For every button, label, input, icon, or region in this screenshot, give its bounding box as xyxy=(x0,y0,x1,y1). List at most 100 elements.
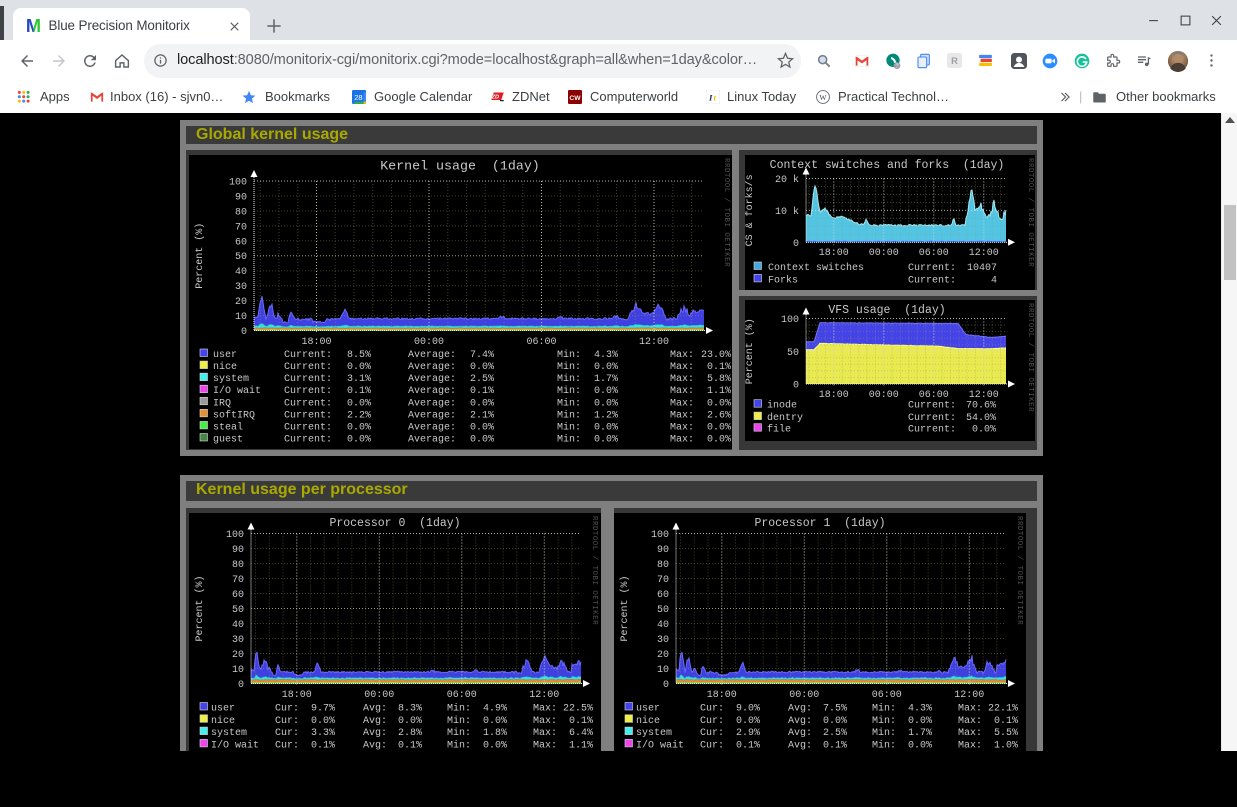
svg-text:30: 30 xyxy=(232,635,244,646)
svg-text:100: 100 xyxy=(229,178,247,189)
svg-text:Percent (%): Percent (%) xyxy=(619,575,631,641)
svg-text:00:00: 00:00 xyxy=(789,690,819,701)
svg-text:4.9%: 4.9% xyxy=(483,704,507,715)
svg-text:60: 60 xyxy=(657,590,669,601)
svg-text:22.1%: 22.1% xyxy=(988,704,1018,715)
svg-text:2.9%: 2.9% xyxy=(736,728,760,739)
svg-text:0.1%: 0.1% xyxy=(347,386,371,397)
svg-text:Min:: Min: xyxy=(557,385,581,397)
svg-text:70: 70 xyxy=(235,222,247,233)
svg-text:70.6%: 70.6% xyxy=(966,401,996,412)
svg-text:Current:: Current: xyxy=(284,434,332,445)
svg-text:VFS usage (1day): VFS usage (1day) xyxy=(828,304,945,317)
svg-text:Current:: Current: xyxy=(908,263,956,274)
svg-text:file: file xyxy=(767,424,791,436)
svg-text:Min:: Min: xyxy=(872,703,896,715)
svg-text:90: 90 xyxy=(235,192,247,203)
svg-text:Kernel usage (1day): Kernel usage (1day) xyxy=(380,158,540,173)
svg-text:50: 50 xyxy=(232,605,244,616)
svg-text:ZD: ZD xyxy=(491,94,500,100)
svg-text:I/O wait: I/O wait xyxy=(213,385,261,397)
svg-text:00:00: 00:00 xyxy=(414,337,444,348)
svg-text:8.3%: 8.3% xyxy=(398,704,422,715)
svg-text:50: 50 xyxy=(657,605,669,616)
svg-text:0.0%: 0.0% xyxy=(398,716,422,727)
svg-text:50: 50 xyxy=(787,348,799,359)
svg-text:Average:: Average: xyxy=(408,434,456,445)
svg-text:0.0%: 0.0% xyxy=(470,362,494,373)
svg-text:I: I xyxy=(708,93,713,103)
svg-text:Avg:: Avg: xyxy=(788,740,812,751)
svg-text:0.1%: 0.1% xyxy=(398,740,422,751)
svg-text:2.6%: 2.6% xyxy=(707,410,731,421)
svg-text:RRDTOOL / TOBI OETIKER: RRDTOOL / TOBI OETIKER xyxy=(1026,158,1034,267)
svg-text:12:00: 12:00 xyxy=(969,390,999,401)
svg-text:0.0%: 0.0% xyxy=(483,716,507,727)
svg-text:0.0%: 0.0% xyxy=(908,740,932,751)
svg-text:Max:: Max: xyxy=(958,704,982,715)
svg-text:Cur:: Cur: xyxy=(700,740,724,751)
svg-text:00:00: 00:00 xyxy=(869,390,899,401)
svg-text:W: W xyxy=(819,93,827,102)
svg-text:Percent (%): Percent (%) xyxy=(745,318,756,384)
svg-text:40: 40 xyxy=(657,620,669,631)
svg-text:0.1%: 0.1% xyxy=(569,716,593,727)
svg-text:Avg:: Avg: xyxy=(788,716,812,727)
svg-text:nice: nice xyxy=(636,715,660,727)
svg-text:Average:: Average: xyxy=(408,374,456,385)
svg-text:nice: nice xyxy=(211,715,235,727)
svg-text:00:00: 00:00 xyxy=(364,690,394,701)
svg-text:Min:: Min: xyxy=(872,739,896,751)
svg-text:2.5%: 2.5% xyxy=(470,374,494,385)
svg-text:Current:: Current: xyxy=(908,425,956,436)
svg-text:M: M xyxy=(26,16,41,35)
svg-text:Max:: Max: xyxy=(533,728,557,739)
svg-text:0: 0 xyxy=(663,680,669,691)
svg-text:Average:: Average: xyxy=(408,386,456,397)
svg-text:0.0%: 0.0% xyxy=(347,362,371,373)
svg-text:100: 100 xyxy=(651,530,669,541)
svg-text:IRQ: IRQ xyxy=(213,398,231,409)
svg-text:Avg:: Avg: xyxy=(788,704,812,715)
svg-text:I/O wait: I/O wait xyxy=(636,739,684,751)
svg-text:Max:: Max: xyxy=(670,386,694,397)
svg-text:0.0%: 0.0% xyxy=(594,398,618,409)
svg-text:0: 0 xyxy=(238,680,244,691)
svg-text:0.1%: 0.1% xyxy=(736,740,760,751)
svg-text:Min:: Min: xyxy=(557,397,581,409)
svg-text:20: 20 xyxy=(232,650,244,661)
svg-text:28: 28 xyxy=(354,93,362,102)
svg-text:80: 80 xyxy=(657,560,669,571)
svg-text:guest: guest xyxy=(213,434,243,445)
svg-text:system: system xyxy=(213,374,249,385)
svg-text:Percent (%): Percent (%) xyxy=(194,223,206,289)
svg-text:3.3%: 3.3% xyxy=(311,728,335,739)
svg-text:7.5%: 7.5% xyxy=(823,704,847,715)
svg-text:60: 60 xyxy=(232,590,244,601)
svg-text:Avg:: Avg: xyxy=(363,704,387,715)
svg-text:06:00: 06:00 xyxy=(919,248,949,259)
svg-text:20 k: 20 k xyxy=(775,174,799,186)
svg-text:Max:: Max: xyxy=(670,422,694,433)
svg-text:Processor 1 (1day): Processor 1 (1day) xyxy=(754,517,885,530)
svg-text:user: user xyxy=(213,350,237,361)
svg-text:Max:: Max: xyxy=(670,350,694,361)
svg-text:Current:: Current: xyxy=(284,386,332,397)
svg-text:06:00: 06:00 xyxy=(919,390,949,401)
svg-text:1.1%: 1.1% xyxy=(707,386,731,397)
svg-text:0.0%: 0.0% xyxy=(470,422,494,433)
svg-text:Average:: Average: xyxy=(408,350,456,361)
svg-text:user: user xyxy=(211,704,235,715)
svg-text:Current:: Current: xyxy=(908,413,956,424)
svg-text:1.7%: 1.7% xyxy=(594,374,618,385)
svg-text:0: 0 xyxy=(793,239,799,250)
svg-text:40: 40 xyxy=(232,620,244,631)
svg-text:Current:: Current: xyxy=(908,401,956,412)
svg-text:20: 20 xyxy=(235,297,247,308)
svg-text:Forks: Forks xyxy=(768,274,798,286)
svg-text:Cur:: Cur: xyxy=(275,716,299,727)
svg-text:Current:: Current: xyxy=(284,350,332,361)
svg-text:steal: steal xyxy=(213,421,243,433)
svg-text:4: 4 xyxy=(991,275,997,286)
svg-text:Avg:: Avg: xyxy=(363,716,387,727)
